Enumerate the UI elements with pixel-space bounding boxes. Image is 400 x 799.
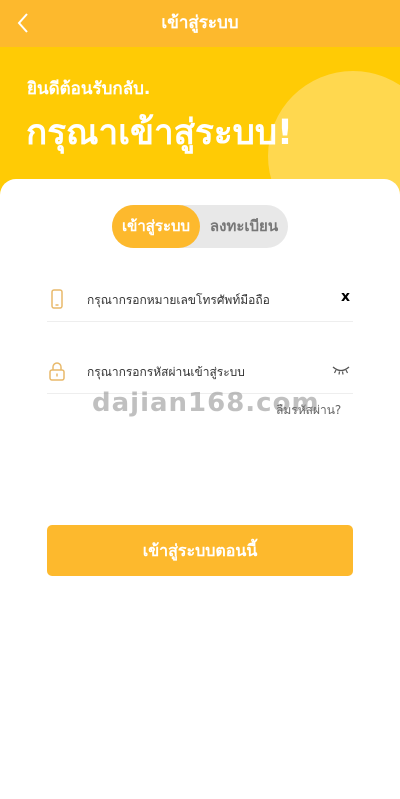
password-input[interactable] <box>87 359 317 385</box>
phone-icon <box>47 288 67 310</box>
phone-field: x <box>47 279 353 322</box>
hero-title: กรุณาเข้าสู่ระบบ! <box>26 113 294 153</box>
page-title: เข้าสู่ระบบ <box>161 13 239 33</box>
phone-input[interactable] <box>87 287 317 313</box>
lock-icon <box>47 360 67 382</box>
login-card: ลงทะเบียน เข้าสู่ระบบ x <box>0 179 400 799</box>
eye-closed-icon[interactable] <box>331 361 351 379</box>
top-bar: เข้าสู่ระบบ <box>0 0 400 47</box>
welcome-text: ยินดีต้อนรับกลับ. <box>27 79 151 99</box>
auth-tabs: ลงทะเบียน เข้าสู่ระบบ <box>112 205 288 248</box>
tab-register[interactable]: ลงทะเบียน <box>200 205 288 248</box>
tab-login[interactable]: เข้าสู่ระบบ <box>112 205 200 248</box>
login-submit-button[interactable]: เข้าสู่ระบบตอนนี้ <box>47 525 353 576</box>
clear-phone-button[interactable]: x <box>341 289 350 305</box>
forgot-password-link[interactable]: ลืมรหัสผ่าน? <box>276 401 341 420</box>
